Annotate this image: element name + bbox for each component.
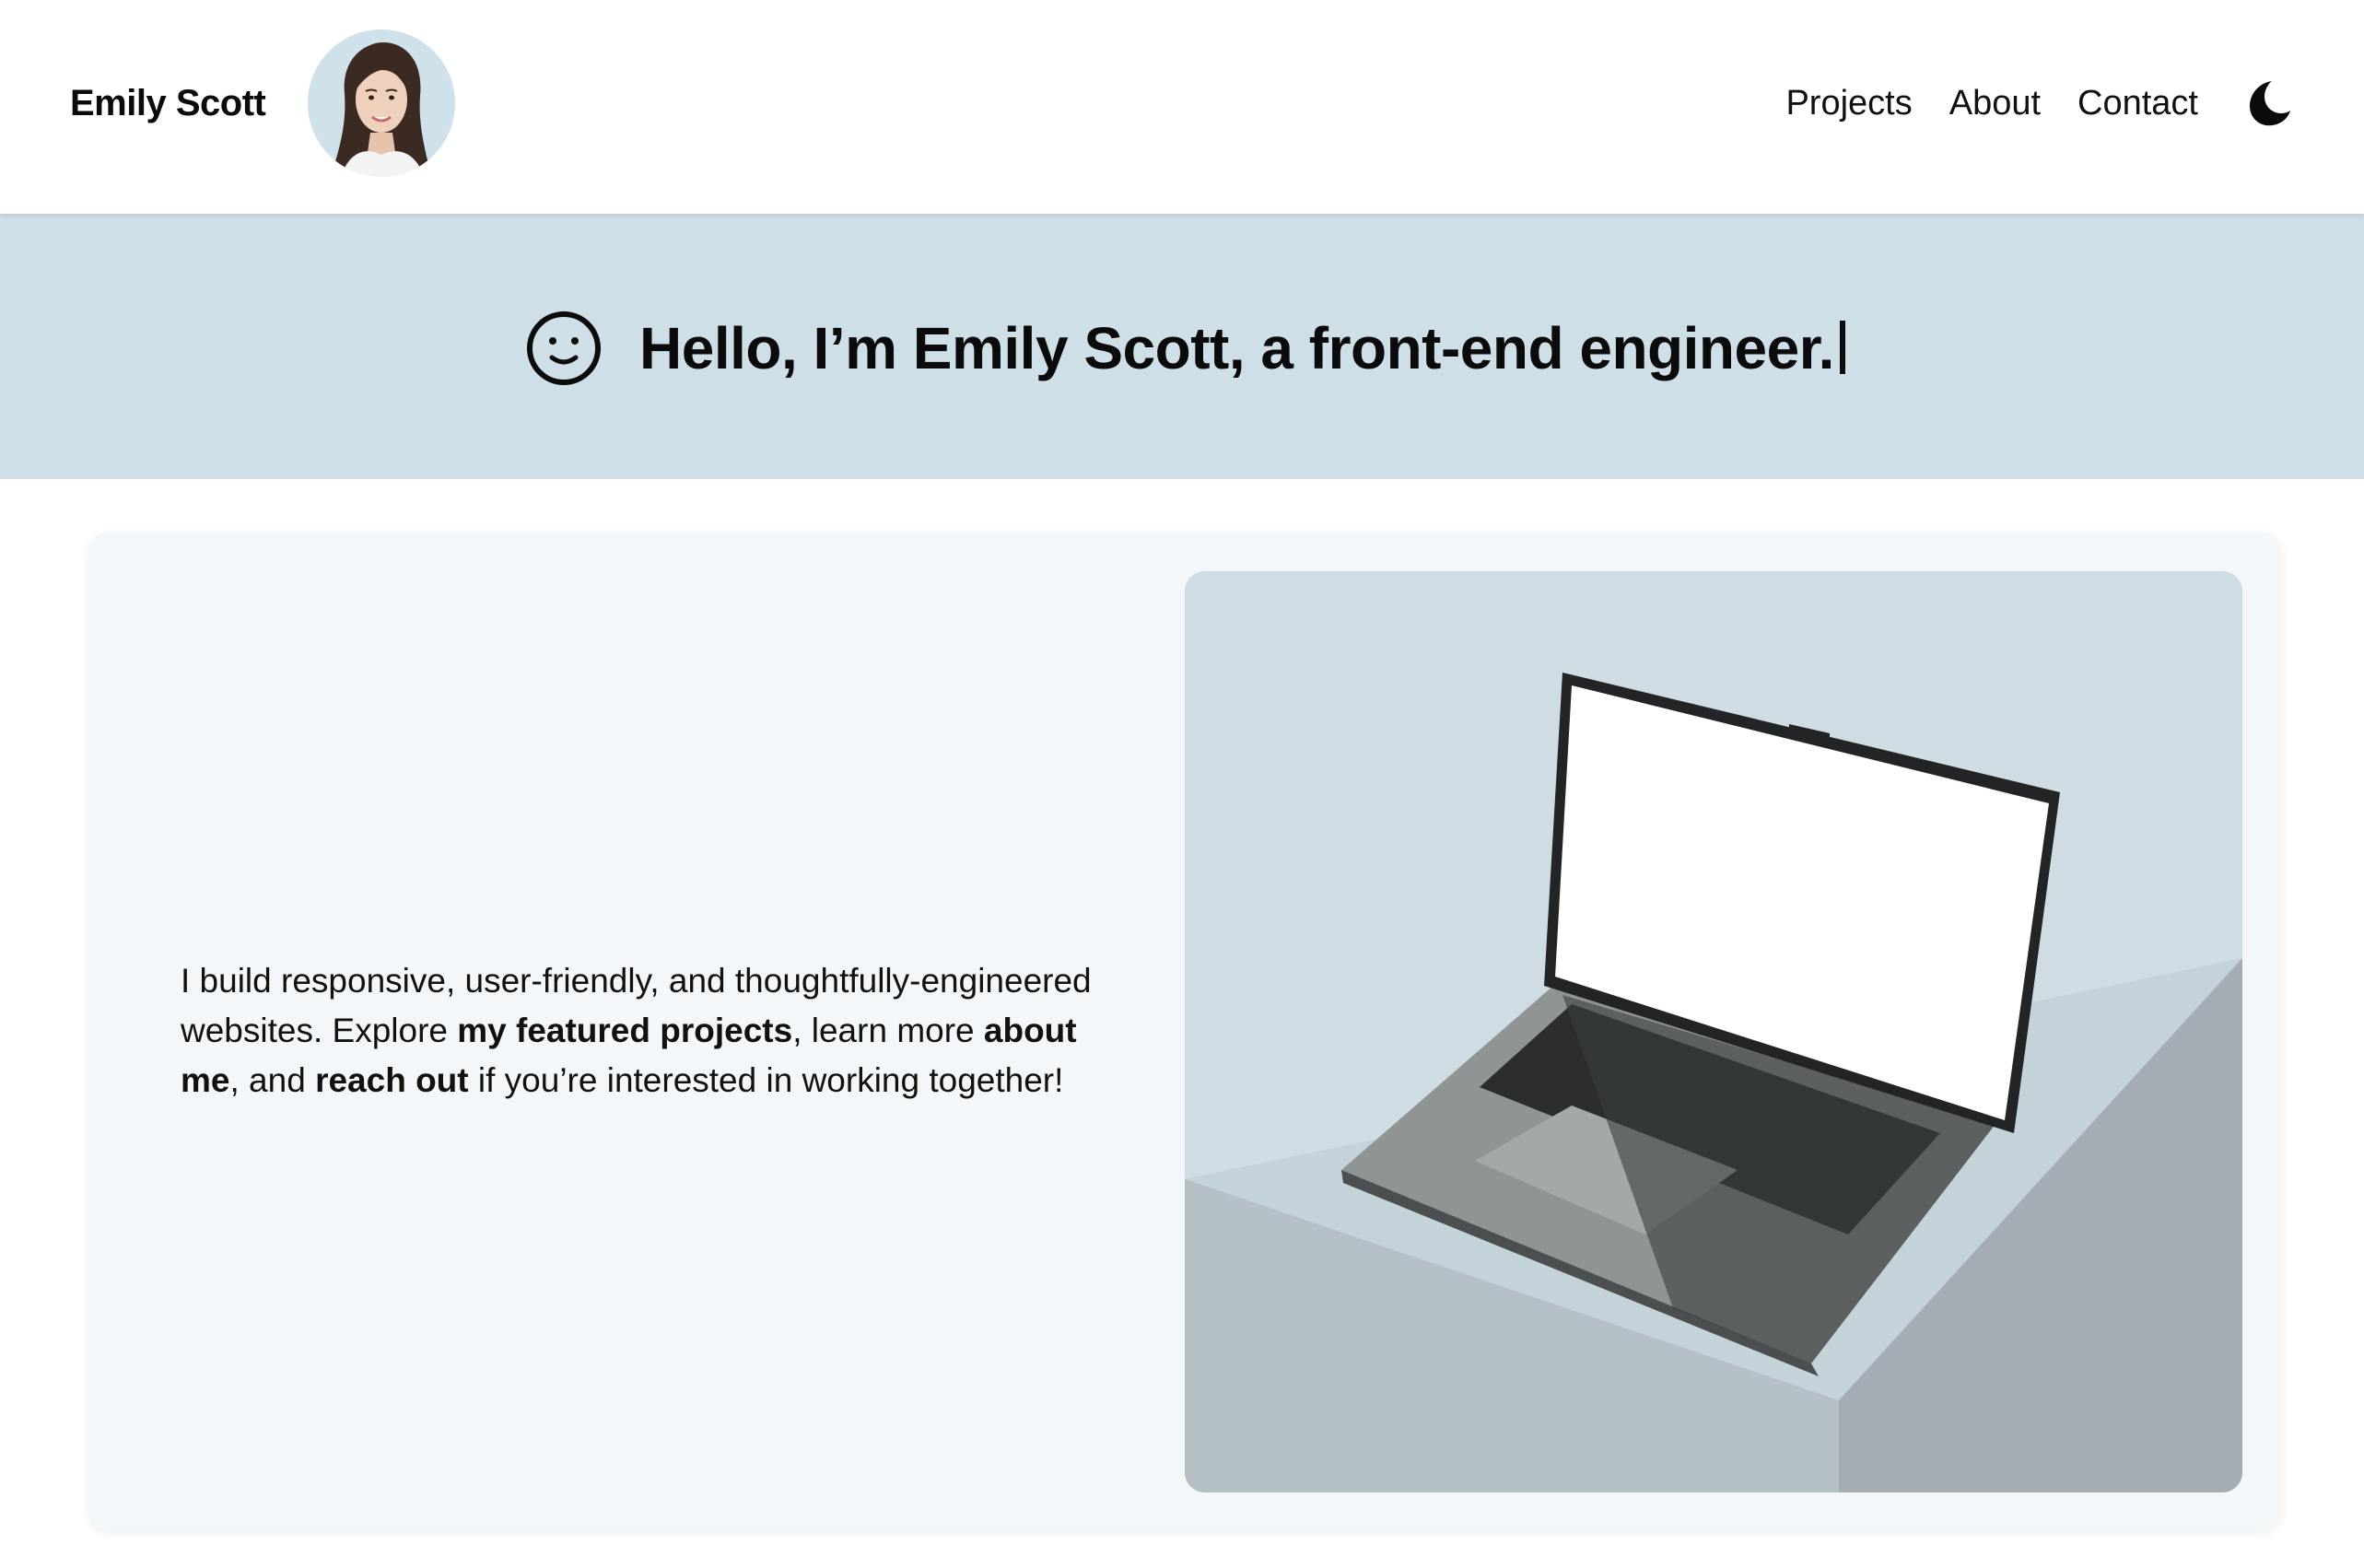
laptop-photo — [1185, 571, 2242, 1492]
reach-out-link[interactable]: reach out — [315, 1061, 469, 1099]
featured-projects-link[interactable]: my featured projects — [457, 1012, 792, 1049]
intro-text-2: , learn more — [792, 1012, 984, 1049]
nav-about[interactable]: About — [1949, 81, 2041, 125]
avatar-portrait — [308, 29, 455, 177]
hero-banner: Hello, I’m Emily Scott, a front-end engi… — [0, 214, 2364, 479]
site-header: Emily Scott Projects About Contact — [0, 0, 2364, 214]
smiley-icon — [527, 311, 601, 385]
hero-title: Hello, I’m Emily Scott, a front-end engi… — [639, 310, 1845, 387]
site-brand[interactable]: Emily Scott — [70, 81, 266, 125]
intro-card: I build responsive, user-friendly, and t… — [88, 532, 2281, 1531]
hero-content: Hello, I’m Emily Scott, a front-end engi… — [525, 310, 1845, 387]
typing-cursor — [1839, 321, 1845, 374]
moon-icon[interactable] — [2241, 77, 2292, 129]
hero-title-text: Hello, I’m Emily Scott, a front-end engi… — [639, 315, 1834, 381]
nav-contact[interactable]: Contact — [2077, 81, 2198, 125]
nav-projects[interactable]: Projects — [1785, 81, 1912, 125]
intro-text-3: , and — [229, 1061, 316, 1099]
avatar — [308, 29, 455, 177]
main-nav: Projects About Contact — [1785, 81, 2198, 125]
intro-paragraph: I build responsive, user-friendly, and t… — [181, 956, 1139, 1106]
intro-text-4: if you’re interested in working together… — [468, 1061, 1064, 1099]
